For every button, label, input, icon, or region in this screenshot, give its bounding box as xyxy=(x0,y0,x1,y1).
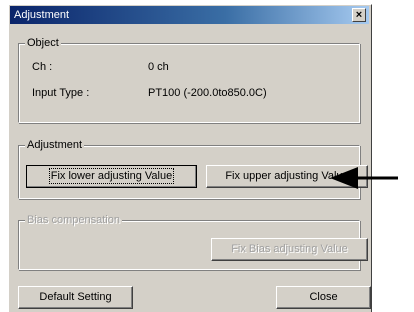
left-arrow-icon xyxy=(330,167,398,189)
adjustment-dialog: Adjustment × Object Ch : 0 ch Input Type… xyxy=(8,4,372,312)
close-button[interactable]: Close xyxy=(276,286,371,309)
default-setting-button[interactable]: Default Setting xyxy=(18,286,133,309)
fix-lower-adjusting-value-button[interactable]: Fix lower adjusting Value xyxy=(26,165,197,188)
close-window-button[interactable]: × xyxy=(352,8,366,22)
input-type-label: Input Type : xyxy=(32,87,90,99)
input-type-value: PT100 (-200.0to850.0C) xyxy=(148,87,267,99)
default-setting-label: Default Setting xyxy=(39,291,112,303)
adjustment-group: Adjustment Fix lower adjusting Value Fix… xyxy=(18,138,368,199)
object-group: Object Ch : 0 ch Input Type : PT100 (-20… xyxy=(18,36,360,123)
fix-lower-label: Fix lower adjusting Value xyxy=(48,168,175,184)
adjustment-group-legend: Adjustment xyxy=(25,138,85,152)
close-label: Close xyxy=(309,291,338,303)
object-group-legend: Object xyxy=(25,36,61,50)
fix-bias-label: Fix Bias adjusting Value xyxy=(231,243,348,255)
fix-bias-adjusting-value-button[interactable]: Fix Bias adjusting Value xyxy=(211,238,368,261)
bias-group-legend: Bias compensation xyxy=(25,213,122,227)
bias-compensation-group: Bias compensation Fix Bias adjusting Val… xyxy=(18,213,368,270)
ch-value: 0 ch xyxy=(148,61,169,73)
title-bar[interactable]: Adjustment × xyxy=(10,6,369,24)
window-title: Adjustment xyxy=(14,9,70,21)
ch-label: Ch : xyxy=(32,61,53,73)
